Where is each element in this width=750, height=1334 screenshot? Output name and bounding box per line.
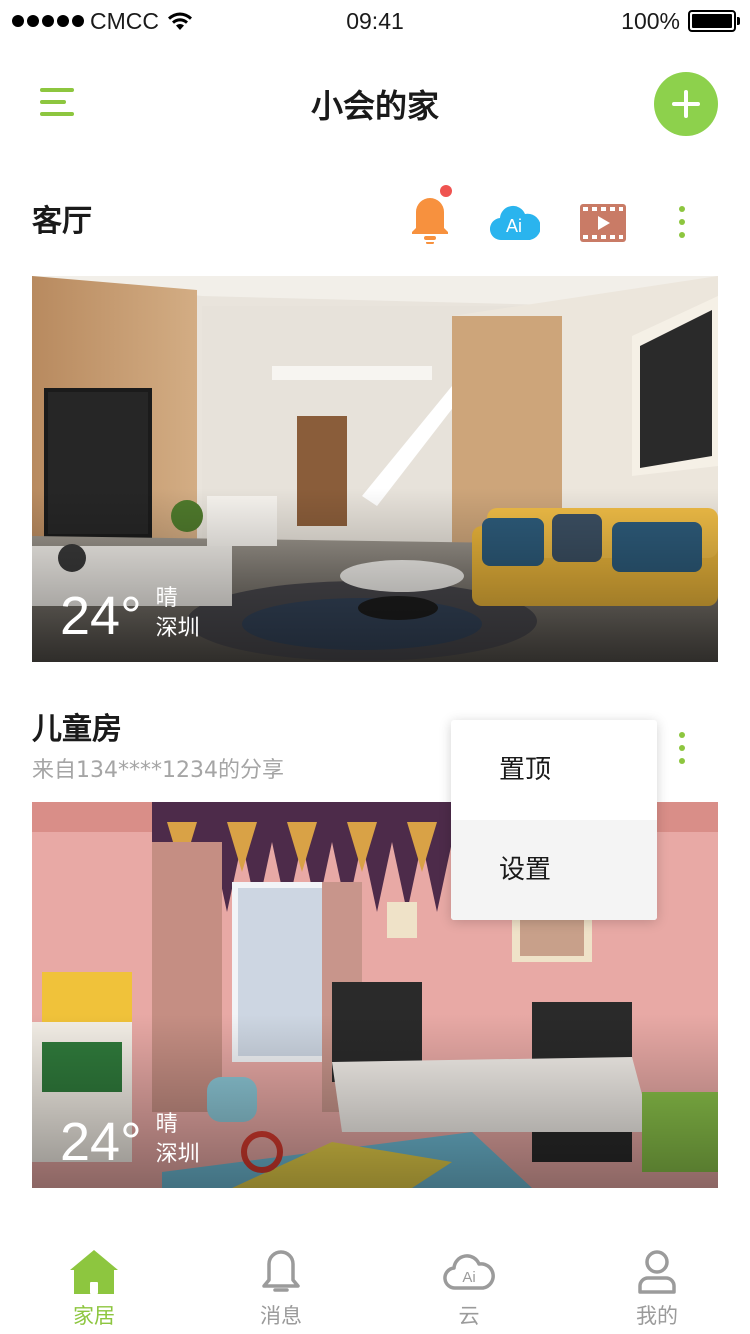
status-bar: CMCC 09:41 100% — [0, 0, 750, 40]
bell-icon — [262, 1250, 300, 1292]
battery-icon — [688, 10, 740, 32]
tab-cloud[interactable]: Ai 云 — [409, 1236, 529, 1334]
temperature: 24° — [60, 1112, 142, 1172]
temperature: 24° — [60, 586, 142, 646]
cloud-ai-label: Ai — [462, 1269, 475, 1286]
weather-city: 深圳 — [155, 1142, 200, 1167]
bell-icon[interactable] — [404, 184, 452, 246]
menu-item-settings[interactable]: 设置 — [451, 820, 657, 920]
app-header: 小会的家 — [0, 60, 750, 150]
tab-label: 家居 — [73, 1304, 115, 1328]
tab-label: 我的 — [636, 1304, 678, 1328]
bottom-tab-bar: 家居 消息 Ai 云 我的 — [0, 1236, 750, 1334]
video-icon[interactable] — [580, 204, 626, 242]
menu-item-pin-top[interactable]: 置顶 — [451, 720, 657, 820]
weather-city: 深圳 — [155, 616, 200, 641]
page-title: 小会的家 — [310, 87, 439, 125]
add-button[interactable] — [654, 72, 718, 136]
tab-home[interactable]: 家居 — [34, 1236, 154, 1334]
home-icon — [70, 1250, 118, 1294]
room-card-living-room[interactable]: 24° 晴 深圳 — [32, 276, 718, 662]
weather-info: 24° 晴 深圳 — [60, 584, 200, 644]
room-options-menu: 置顶 设置 — [451, 720, 657, 920]
weather-condition: 晴 — [155, 1112, 178, 1137]
cloud-icon: Ai — [443, 1254, 495, 1290]
ai-cloud-icon[interactable]: Ai — [489, 202, 541, 242]
weather-condition: 晴 — [155, 586, 178, 611]
weather-info: 24° 晴 深圳 — [60, 1110, 200, 1170]
tab-messages[interactable]: 消息 — [221, 1236, 341, 1334]
tab-label: 消息 — [260, 1304, 302, 1328]
status-right: 100% — [621, 6, 740, 36]
ai-label: Ai — [506, 216, 522, 236]
battery-fill — [692, 14, 732, 28]
tab-profile[interactable]: 我的 — [597, 1236, 717, 1334]
room-title-kids-room: 儿童房 — [32, 712, 122, 747]
room-title-living-room: 客厅 — [32, 204, 92, 239]
battery-percent: 100% — [621, 7, 680, 34]
tab-label: 云 — [458, 1304, 480, 1328]
room-more-icon[interactable] — [672, 200, 692, 244]
user-icon — [638, 1250, 676, 1294]
room-more-icon[interactable] — [672, 726, 692, 770]
room-share-source: 来自134****1234的分享 — [32, 758, 284, 783]
